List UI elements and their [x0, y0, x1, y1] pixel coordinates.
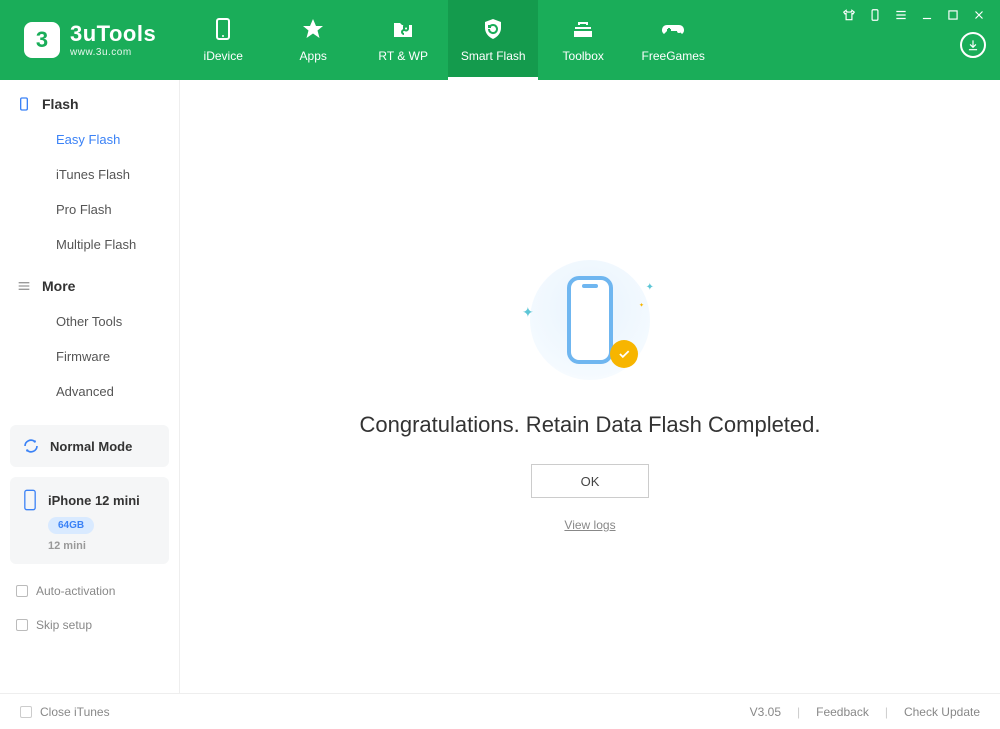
- tab-freegames[interactable]: FreeGames: [628, 0, 718, 80]
- window-controls: [842, 0, 1000, 80]
- result-headline: Congratulations. Retain Data Flash Compl…: [359, 412, 820, 438]
- device-name: iPhone 12 mini: [48, 493, 140, 508]
- checkbox-icon: [16, 619, 28, 631]
- app-logo: 3 3uTools www.3u.com: [0, 0, 178, 80]
- logo-mark-icon: 3: [24, 22, 60, 58]
- app-title: 3uTools: [70, 22, 156, 46]
- tab-label: Apps: [300, 49, 327, 63]
- tab-apps[interactable]: Apps: [268, 0, 358, 80]
- sparkle-icon: ✦: [522, 304, 534, 321]
- tab-rtwp[interactable]: RT & WP: [358, 0, 448, 80]
- gamepad-icon: [661, 17, 685, 41]
- mode-icon: [22, 437, 40, 455]
- maximize-icon[interactable]: [946, 8, 960, 22]
- separator: |: [797, 705, 800, 719]
- checkbox-icon: [16, 585, 28, 597]
- sidebar-header-flash[interactable]: Flash: [0, 80, 179, 122]
- status-update-link[interactable]: Check Update: [904, 705, 980, 719]
- device-model: 12 mini: [48, 540, 86, 552]
- device-icon: [16, 96, 32, 112]
- device-phone-icon: [22, 489, 38, 511]
- tab-label: iDevice: [204, 49, 243, 63]
- checkmark-badge-icon: [610, 340, 638, 368]
- toolbox-icon: [571, 17, 595, 41]
- sidebar-item-other-tools[interactable]: Other Tools: [0, 304, 179, 339]
- tab-smartflash[interactable]: Smart Flash: [448, 0, 538, 80]
- sidebar-item-firmware[interactable]: Firmware: [0, 339, 179, 374]
- statusbar: Close iTunes V3.05 | Feedback | Check Up…: [0, 693, 1000, 729]
- sidebar: Flash Easy Flash iTunes Flash Pro Flash …: [0, 80, 180, 693]
- view-logs-link[interactable]: View logs: [564, 518, 615, 532]
- mode-card[interactable]: Normal Mode: [10, 425, 169, 467]
- topbar: 3 3uTools www.3u.com iDevice Apps RT & W…: [0, 0, 1000, 80]
- apps-icon: [301, 17, 325, 41]
- sparkle-icon: ✦: [639, 302, 644, 309]
- nav-tabs: iDevice Apps RT & WP Smart Flash Toolbox…: [178, 0, 718, 80]
- sidebar-item-easy-flash[interactable]: Easy Flash: [0, 122, 179, 157]
- app-subtitle: www.3u.com: [70, 47, 156, 58]
- shield-refresh-icon: [481, 17, 505, 41]
- tshirt-icon[interactable]: [842, 8, 856, 22]
- separator: |: [885, 705, 888, 719]
- checkbox-icon[interactable]: [20, 706, 32, 718]
- mode-label: Normal Mode: [50, 439, 132, 454]
- close-icon[interactable]: [972, 8, 986, 22]
- phone-illustration-icon: [567, 276, 613, 364]
- menu-icon[interactable]: [894, 8, 908, 22]
- tab-toolbox[interactable]: Toolbox: [538, 0, 628, 80]
- tab-label: Smart Flash: [461, 49, 526, 63]
- sidebar-item-itunes-flash[interactable]: iTunes Flash: [0, 157, 179, 192]
- phone-small-icon[interactable]: [868, 8, 882, 22]
- tab-label: Toolbox: [563, 49, 604, 63]
- minimize-icon[interactable]: [920, 8, 934, 22]
- sidebar-header-label: Flash: [42, 96, 79, 112]
- ok-button[interactable]: OK: [531, 464, 649, 498]
- check-auto-activation[interactable]: Auto-activation: [0, 574, 179, 608]
- main-panel: ✦ ✦ ✦ Congratulations. Retain Data Flash…: [180, 80, 1000, 693]
- check-label: Auto-activation: [36, 584, 115, 598]
- menu-lines-icon: [16, 278, 32, 294]
- check-skip-setup[interactable]: Skip setup: [0, 608, 179, 642]
- device-storage-badge: 64GB: [48, 517, 94, 534]
- sidebar-item-advanced[interactable]: Advanced: [0, 374, 179, 409]
- check-label: Skip setup: [36, 618, 92, 632]
- success-illustration: ✦ ✦ ✦: [530, 260, 650, 380]
- tab-label: FreeGames: [642, 49, 705, 63]
- sidebar-item-pro-flash[interactable]: Pro Flash: [0, 192, 179, 227]
- status-feedback-link[interactable]: Feedback: [816, 705, 869, 719]
- phone-icon: [211, 17, 235, 41]
- tab-label: RT & WP: [378, 49, 428, 63]
- sparkle-icon: ✦: [646, 282, 654, 293]
- sidebar-item-multiple-flash[interactable]: Multiple Flash: [0, 227, 179, 262]
- tab-idevice[interactable]: iDevice: [178, 0, 268, 80]
- sidebar-header-more[interactable]: More: [0, 262, 179, 304]
- folder-music-icon: [391, 17, 415, 41]
- download-button[interactable]: [960, 32, 986, 58]
- status-close-itunes[interactable]: Close iTunes: [40, 705, 110, 719]
- sidebar-header-label: More: [42, 278, 75, 294]
- device-card[interactable]: iPhone 12 mini 64GB 12 mini: [10, 477, 169, 564]
- status-version: V3.05: [750, 705, 781, 719]
